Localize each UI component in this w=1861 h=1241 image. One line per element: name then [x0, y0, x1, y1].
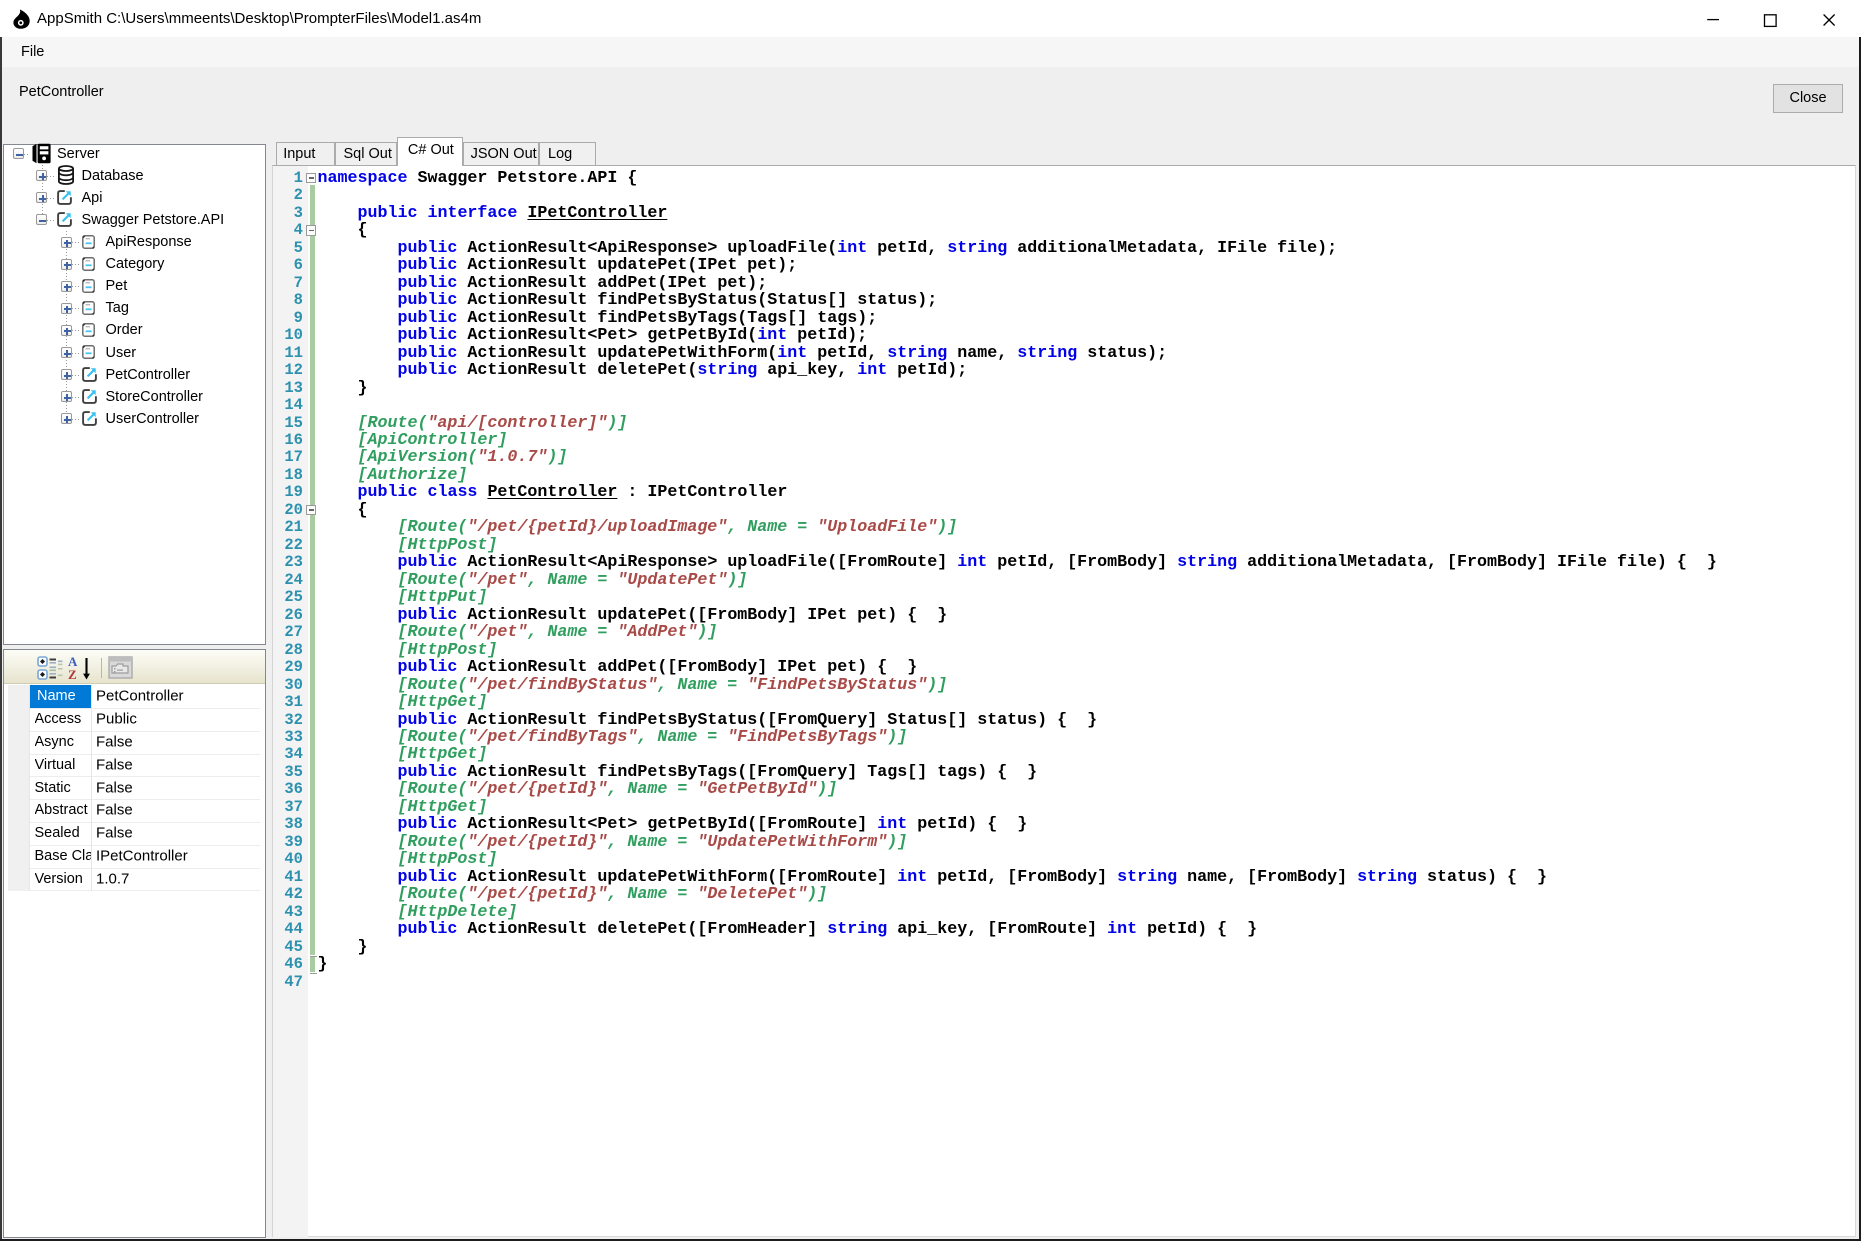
svg-text:Z: Z [68, 667, 77, 681]
